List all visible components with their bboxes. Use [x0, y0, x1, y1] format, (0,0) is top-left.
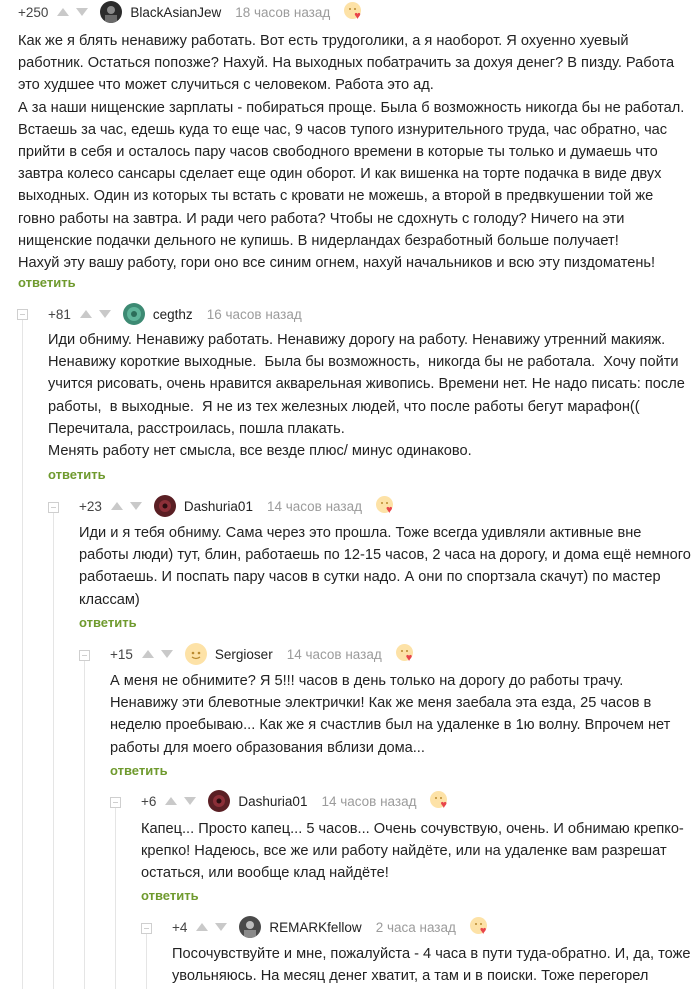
- reaction-icon[interactable]: ♥: [430, 791, 450, 811]
- comment-text: Иди и я тебя обниму. Сама через это прош…: [79, 525, 691, 608]
- comment-text: Капец... Просто капец... 5 часов... Очен…: [141, 821, 684, 882]
- reaction-icon[interactable]: ♥: [344, 2, 364, 22]
- avatar[interactable]: [153, 495, 176, 517]
- comment-rating: +250: [18, 4, 49, 20]
- comment-rating: +4: [172, 919, 188, 935]
- avatar[interactable]: [100, 1, 123, 23]
- thread-line-1: [22, 318, 23, 989]
- thread-line-3: [84, 659, 85, 989]
- timestamp[interactable]: 16 часов назад: [207, 307, 302, 322]
- comment-header: +250 BlackAsianJew 18 часов назад ♥: [18, 0, 364, 24]
- username[interactable]: Sergioser: [215, 647, 273, 662]
- timestamp[interactable]: 14 часов назад: [267, 499, 362, 514]
- comment-text: Посочувствуйте и мне, пожалуйста - 4 час…: [172, 946, 691, 985]
- username[interactable]: BlackAsianJew: [130, 5, 221, 20]
- comment-rating: +15: [110, 646, 133, 662]
- downvote-icon[interactable]: [215, 923, 228, 931]
- avatar[interactable]: [239, 916, 262, 938]
- avatar[interactable]: [184, 643, 207, 665]
- comment-text: Как же я блять ненавижу работать. Вот ес…: [18, 33, 685, 272]
- timestamp[interactable]: 14 часов назад: [321, 794, 416, 809]
- comment-rating: +23: [79, 498, 102, 514]
- upvote-icon[interactable]: [57, 8, 70, 16]
- thread-line-2: [53, 511, 54, 989]
- upvote-icon[interactable]: [141, 650, 154, 658]
- downvote-icon[interactable]: [76, 8, 89, 16]
- comment-rating: +81: [48, 306, 71, 322]
- username[interactable]: Dashuria01: [184, 499, 253, 514]
- upvote-icon[interactable]: [165, 797, 178, 805]
- collapse-toggle-4[interactable]: [110, 797, 121, 808]
- collapse-toggle-5[interactable]: [141, 923, 152, 934]
- upvote-icon[interactable]: [110, 502, 123, 510]
- comment-header: +15 Sergioser 14 часов назад ♥: [110, 642, 416, 666]
- timestamp[interactable]: 14 часов назад: [287, 647, 382, 662]
- comment-text: А меня не обнимите? Я 5!!! часов в день …: [110, 673, 671, 756]
- reaction-icon[interactable]: ♥: [469, 917, 490, 937]
- collapse-toggle-1[interactable]: [17, 309, 28, 320]
- comment-header: +4 REMARKfellow 2 часа назад ♥: [172, 915, 490, 939]
- timestamp[interactable]: 2 часа назад: [376, 920, 456, 935]
- downvote-icon[interactable]: [184, 797, 197, 805]
- reply-link[interactable]: ответить: [48, 467, 106, 482]
- upvote-icon[interactable]: [196, 923, 209, 931]
- comment-text: Иди обниму. Ненавижу работать. Ненавижу …: [48, 332, 685, 460]
- upvote-icon[interactable]: [79, 310, 92, 318]
- downvote-icon[interactable]: [129, 502, 142, 510]
- avatar[interactable]: [122, 303, 145, 325]
- reaction-icon[interactable]: ♥: [395, 644, 416, 664]
- comment-header: +81 cegthz 16 часов назад: [48, 302, 302, 326]
- reaction-icon[interactable]: ♥: [375, 496, 396, 516]
- comment-header: +6 Dashuria01 14 часов назад ♥: [141, 789, 450, 813]
- reply-link[interactable]: ответить: [110, 763, 168, 778]
- thread-line-5: [146, 932, 147, 989]
- reply-link[interactable]: ответить: [79, 615, 137, 630]
- comment-rating: +6: [141, 793, 157, 809]
- downvote-icon[interactable]: [160, 650, 173, 658]
- username[interactable]: cegthz: [153, 307, 193, 322]
- timestamp[interactable]: 18 часов назад: [235, 5, 330, 20]
- downvote-icon[interactable]: [98, 310, 111, 318]
- username[interactable]: Dashuria01: [238, 794, 307, 809]
- reply-link[interactable]: ответить: [18, 275, 76, 290]
- avatar[interactable]: [208, 790, 231, 812]
- username[interactable]: REMARKfellow: [269, 920, 361, 935]
- collapse-toggle-2[interactable]: [48, 502, 59, 513]
- thread-line-4: [115, 806, 116, 989]
- comment-header: +23 Dashuria01 14 часов назад ♥: [79, 494, 396, 518]
- reply-link[interactable]: ответить: [141, 888, 199, 903]
- collapse-toggle-3[interactable]: [79, 650, 90, 661]
